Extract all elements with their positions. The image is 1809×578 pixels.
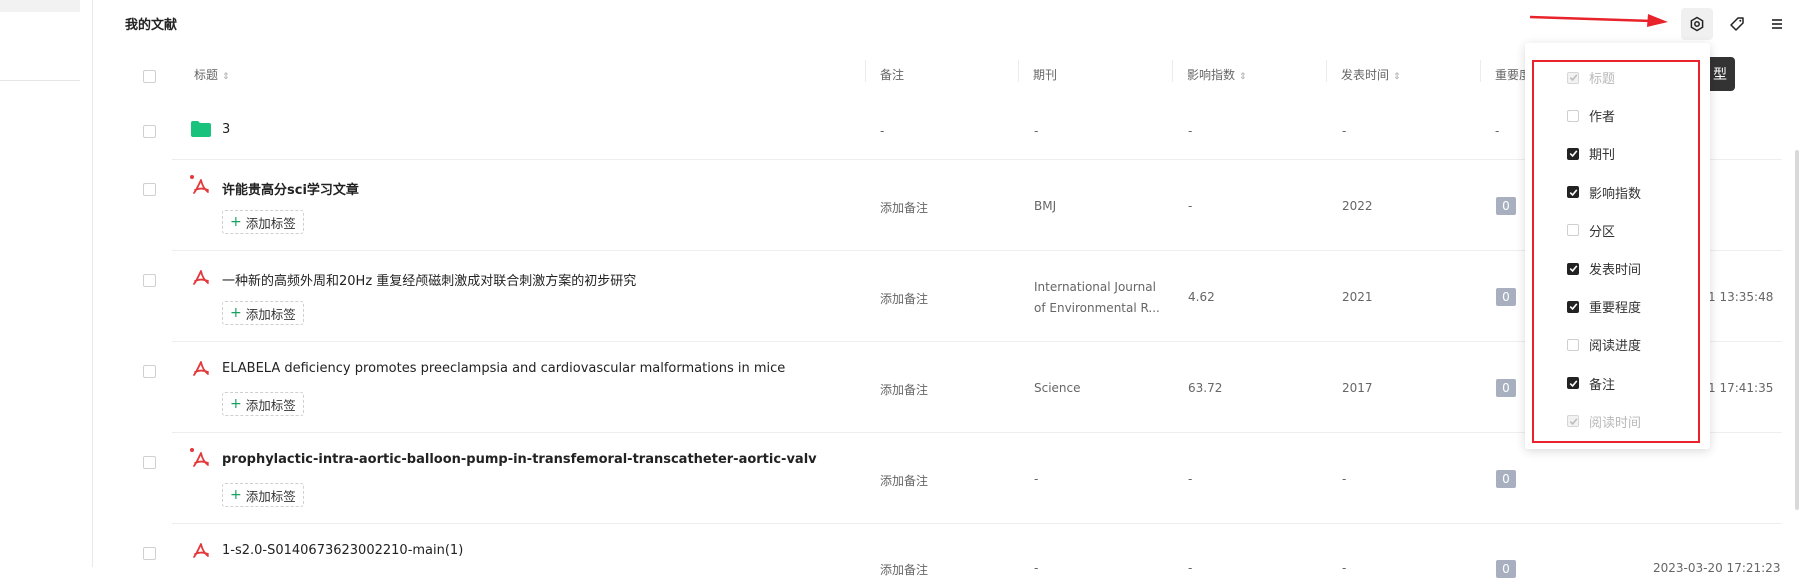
row-checkbox[interactable]	[143, 456, 156, 469]
impact-cell: -	[1188, 124, 1193, 138]
add-tag-button[interactable]: + 添加标签	[222, 392, 304, 416]
sort-icon[interactable]: ⇕	[1393, 72, 1401, 82]
add-tag-button[interactable]: + 添加标签	[222, 301, 304, 325]
year-cell: -	[1342, 561, 1347, 575]
importance-badge[interactable]: 0	[1496, 470, 1516, 488]
sort-icon[interactable]: ⇕	[1239, 72, 1247, 82]
journal-cell-line2: of Environmental R...	[1034, 301, 1160, 315]
impact-cell: -	[1188, 199, 1193, 213]
impact-cell: -	[1188, 472, 1193, 486]
settings-icon	[1690, 16, 1704, 32]
year-cell: -	[1342, 124, 1347, 138]
plus-icon: +	[230, 396, 242, 412]
list-menu-button[interactable]	[1761, 8, 1793, 40]
row-divider	[172, 523, 1782, 524]
select-all-checkbox[interactable]	[143, 70, 156, 83]
plus-icon: +	[230, 214, 242, 230]
add-tag-button[interactable]: + 添加标签	[222, 210, 304, 234]
add-note-link[interactable]: 添加备注	[880, 290, 928, 307]
pdf-icon	[193, 270, 209, 285]
journal-cell: -	[1034, 472, 1039, 486]
pdf-icon	[193, 179, 209, 194]
column-divider[interactable]	[1326, 60, 1327, 82]
folder-name[interactable]: 3	[222, 122, 230, 137]
impact-cell: 4.62	[1188, 290, 1215, 304]
year-cell: 2022	[1342, 199, 1373, 213]
document-title[interactable]: 1-s2.0-S0140673623002210-main(1)	[222, 543, 463, 558]
importance-badge[interactable]: 0	[1496, 379, 1516, 397]
pdf-icon	[193, 361, 209, 376]
year-cell: -	[1342, 472, 1347, 486]
page-title: 我的文献	[125, 18, 178, 33]
read-time-cell: 1 13:35:48	[1708, 290, 1774, 304]
add-tag-button[interactable]: + 添加标签	[222, 483, 304, 507]
document-title[interactable]: ELABELA deficiency promotes preeclampsia…	[222, 361, 785, 376]
journal-cell-line1: International Journal	[1034, 280, 1156, 294]
sidebar-selected-item[interactable]	[0, 0, 80, 12]
journal-cell: Science	[1034, 381, 1081, 395]
menu-icon	[1772, 19, 1782, 29]
document-title[interactable]: 一种新的高频外周和20Hz 重复经颅磁刺激成对联合刺激方案的初步研究	[222, 270, 636, 289]
highlight-frame	[1532, 60, 1700, 443]
row-checkbox[interactable]	[143, 365, 156, 378]
column-divider[interactable]	[1172, 60, 1173, 82]
header-note: 备注	[880, 68, 905, 82]
impact-cell: 63.72	[1188, 381, 1223, 395]
header-published[interactable]: 发表时间 ⇕	[1341, 66, 1401, 83]
read-time-cell: 1 17:41:35	[1708, 381, 1774, 395]
importance-badge[interactable]: 0	[1496, 288, 1516, 306]
year-cell: 2017	[1342, 381, 1373, 395]
tag-filter-button[interactable]	[1721, 8, 1753, 40]
sidebar-divider	[0, 80, 80, 81]
pdf-icon	[193, 452, 209, 467]
column-divider[interactable]	[1018, 60, 1019, 82]
column-divider[interactable]	[1480, 60, 1481, 82]
row-checkbox[interactable]	[143, 547, 156, 560]
folder-icon	[191, 121, 211, 137]
column-divider[interactable]	[865, 60, 866, 82]
add-note-link[interactable]: 添加备注	[880, 199, 928, 216]
year-cell: 2021	[1342, 290, 1373, 304]
column-settings-button[interactable]	[1681, 8, 1713, 40]
document-title[interactable]: prophylactic-intra-aortic-balloon-pump-i…	[222, 452, 817, 467]
journal-cell: -	[1034, 561, 1039, 575]
header-journal: 期刊	[1033, 68, 1058, 82]
plus-icon: +	[230, 487, 242, 503]
importance-badge[interactable]: 0	[1496, 560, 1516, 578]
document-title[interactable]: 许能贵高分sci学习文章	[222, 179, 359, 198]
impact-cell: -	[1188, 561, 1193, 575]
importance-cell: -	[1495, 124, 1500, 138]
row-checkbox[interactable]	[143, 274, 156, 287]
vertical-scrollbar[interactable]	[1795, 150, 1799, 510]
row-checkbox[interactable]	[143, 183, 156, 196]
journal-cell: BMJ	[1034, 199, 1057, 213]
pdf-icon	[193, 543, 209, 558]
read-time-cell: 2023-03-20 17:21:23	[1653, 561, 1781, 575]
header-impact[interactable]: 影响指数 ⇕	[1187, 66, 1247, 83]
plus-icon: +	[230, 305, 242, 321]
annotation-arrow	[1530, 14, 1668, 27]
left-sidebar	[0, 0, 93, 567]
importance-badge[interactable]: 0	[1496, 197, 1516, 215]
tag-icon	[1730, 17, 1744, 31]
journal-cell: -	[1034, 124, 1039, 138]
add-note-link[interactable]: 添加备注	[880, 472, 928, 489]
row-checkbox[interactable]	[143, 125, 156, 138]
header-title[interactable]: 标题 ⇕	[194, 66, 230, 83]
add-note-link[interactable]: 添加备注	[880, 561, 928, 578]
note-cell: -	[880, 124, 885, 138]
add-note-link[interactable]: 添加备注	[880, 381, 928, 398]
sort-icon[interactable]: ⇕	[222, 72, 230, 82]
